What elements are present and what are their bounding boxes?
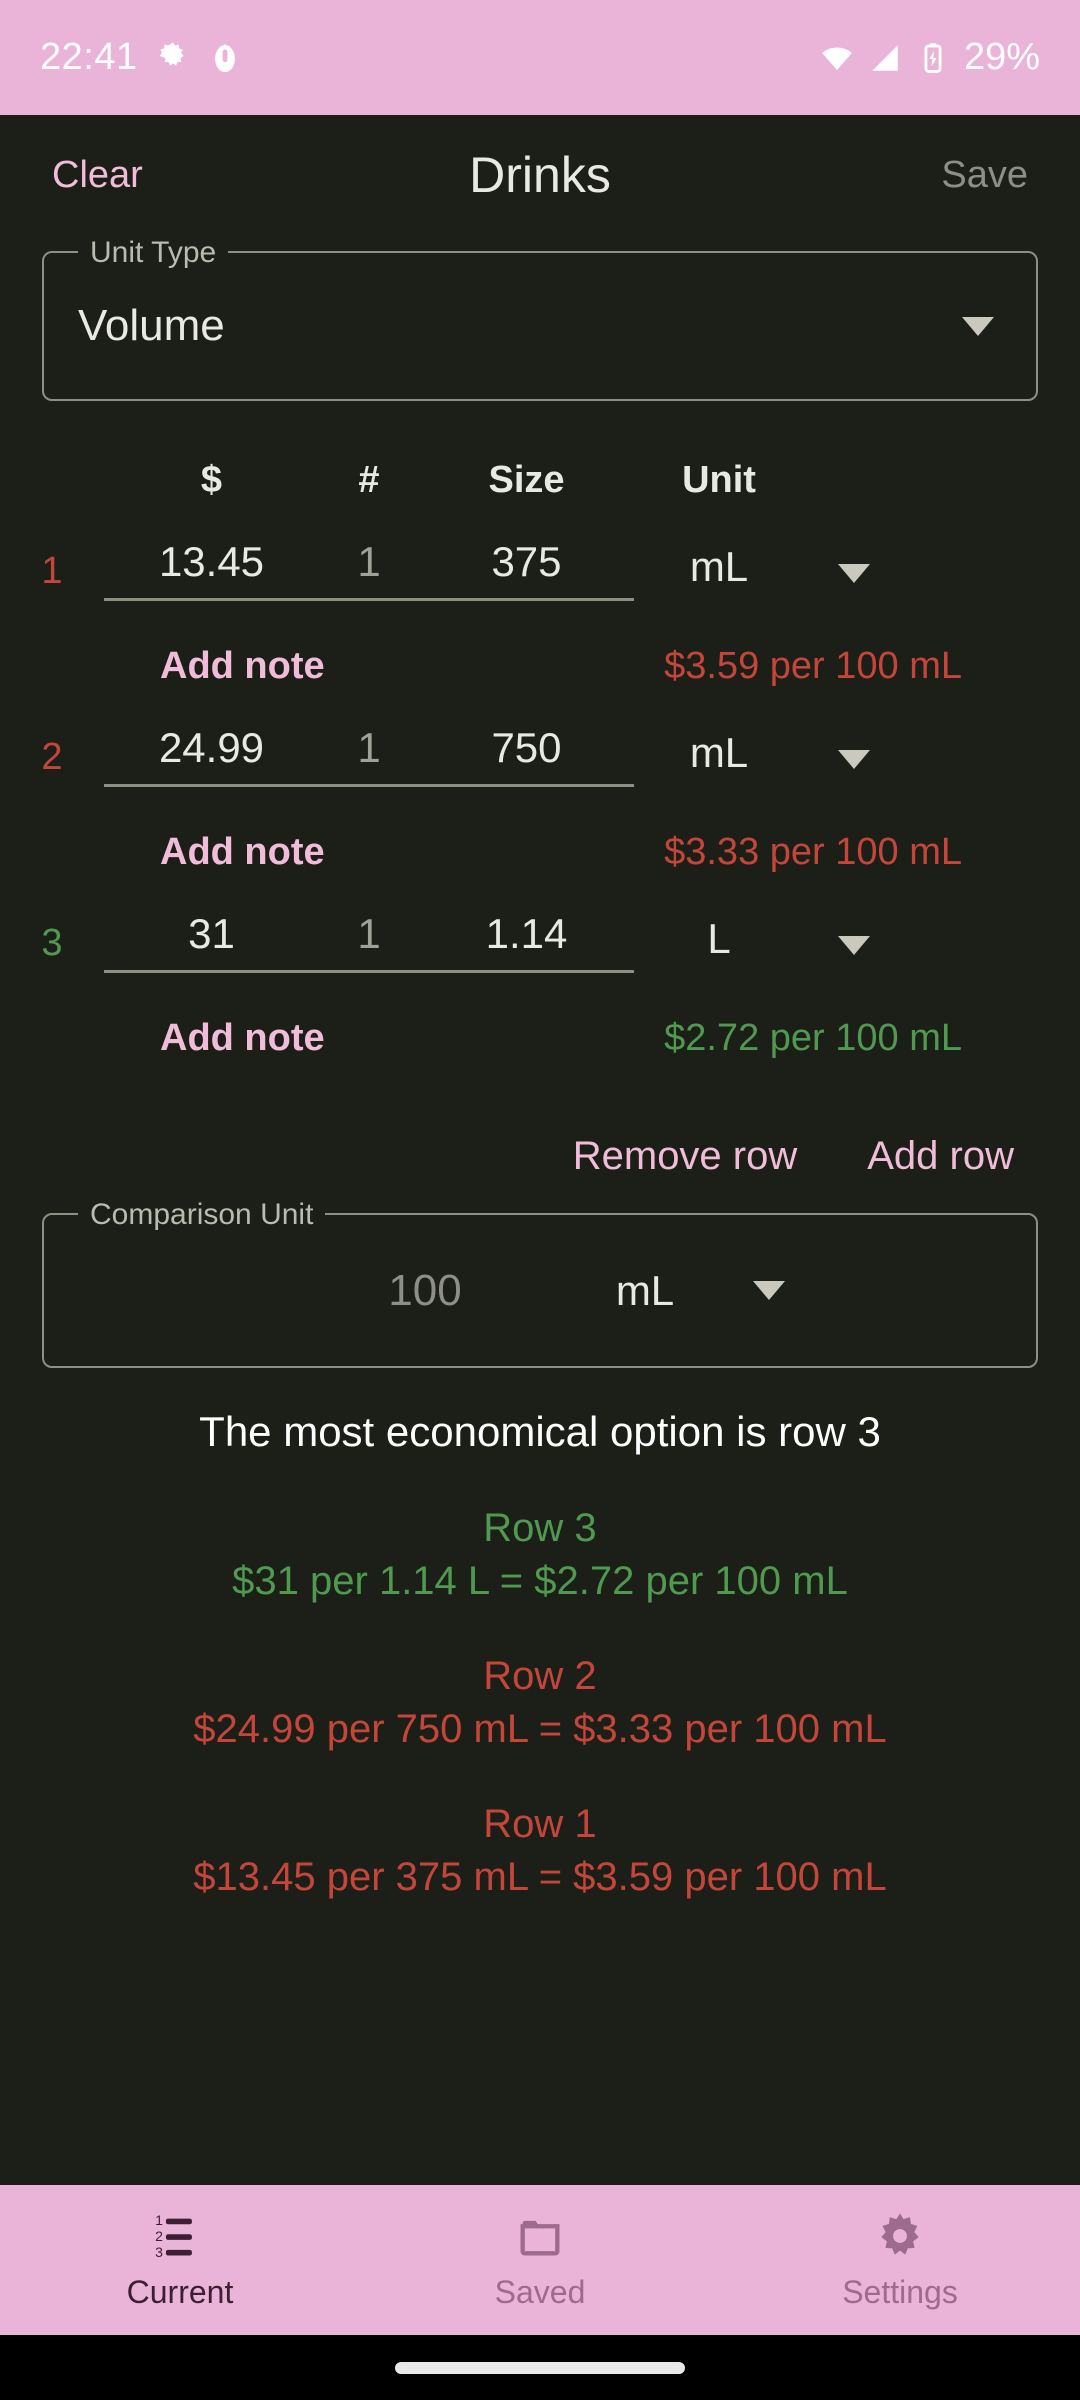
unit-price-label: $2.72 per 100 mL [664,1017,962,1059]
quantity-input[interactable]: 1 [319,910,419,973]
row-actions: Remove row Add row [0,1134,1080,1179]
size-input[interactable]: 750 [419,724,634,787]
unit-type-dropdown[interactable]: Unit Type Volume [42,236,1038,401]
gesture-navigation-bar [0,2335,1080,2400]
result-row-title: Row 2 [483,1654,597,1698]
comparison-unit-label: Comparison Unit [78,1198,326,1232]
status-bar-right: 29% [820,36,1040,79]
remove-row-button[interactable]: Remove row [573,1134,798,1179]
table-row: 3 31 1 1.14 L [0,910,1080,973]
add-note-button[interactable]: Add note [160,831,325,874]
numbered-list-icon: 123 [154,2210,206,2262]
header-quantity: # [358,459,380,501]
gear-icon [156,41,190,75]
unit-dropdown-caret[interactable] [804,936,904,973]
svg-text:1: 1 [155,2212,163,2228]
gesture-handle[interactable] [395,2361,685,2374]
row-index: 2 [41,736,63,778]
result-row-title: Row 1 [483,1802,597,1846]
cell-signal-icon [868,41,902,75]
header-price: $ [200,459,223,501]
price-input[interactable]: 13.45 [104,538,319,601]
bottom-navigation: 123 Current Saved Settings [0,2185,1080,2335]
result-row-title: Row 3 [483,1506,597,1550]
unit-dropdown[interactable]: mL [634,543,804,601]
unit-dropdown-caret[interactable] [804,564,904,601]
table-row: 2 24.99 1 750 mL [0,724,1080,787]
result-entry: Row 2 $24.99 per 750 mL = $3.33 per 100 … [0,1654,1080,1752]
chevron-down-icon [838,750,870,769]
nav-label-settings: Settings [842,2273,958,2310]
table-column-headers: $ # Size Unit [0,459,1080,502]
nav-label-current: Current [126,2273,234,2310]
table-row: 1 13.45 1 375 mL [0,538,1080,601]
row-note-bar: Add note $3.33 per 100 mL [0,831,1080,874]
row-note-bar: Add note $3.59 per 100 mL [0,645,1080,688]
result-row-detail: $24.99 per 750 mL = $3.33 per 100 mL [193,1707,887,1751]
save-button[interactable]: Save [941,154,1028,197]
bug-droid-icon [208,41,242,75]
main-content: Unit Type Volume $ # Size Unit 1 13.45 1… [0,235,1080,2185]
svg-text:2: 2 [155,2227,163,2243]
comparison-unit-dropdown[interactable]: mL [555,1267,735,1315]
status-bar: 22:41 29% [0,0,1080,115]
gear-icon [874,2210,926,2262]
result-entry: Row 3 $31 per 1.14 L = $2.72 per 100 mL [0,1506,1080,1604]
add-row-button[interactable]: Add row [867,1134,1014,1179]
nav-item-settings[interactable]: Settings [720,2185,1080,2335]
status-bar-left: 22:41 [40,36,242,79]
header-unit: Unit [682,459,756,501]
result-summary: The most economical option is row 3 [199,1408,881,1455]
add-note-button[interactable]: Add note [160,645,325,688]
result-entry: Row 1 $13.45 per 375 mL = $3.59 per 100 … [0,1802,1080,1900]
add-note-button[interactable]: Add note [160,1017,325,1060]
header-size: Size [488,459,565,501]
chevron-down-icon [962,316,994,336]
nav-item-saved[interactable]: Saved [360,2185,720,2335]
clear-button[interactable]: Clear [52,154,143,197]
nav-label-saved: Saved [494,2273,586,2310]
page-title: Drinks [469,147,611,203]
app-bar: Clear Drinks Save [0,115,1080,235]
svg-text:3: 3 [155,2243,163,2259]
unit-price-label: $3.33 per 100 mL [664,831,962,873]
phone-screen: 22:41 29% Clear Drinks Save Unit Type Vo… [0,0,1080,2400]
chevron-down-icon [753,1281,785,1300]
folder-icon [514,2210,566,2262]
chevron-down-icon [838,564,870,583]
size-input[interactable]: 1.14 [419,910,634,973]
size-input[interactable]: 375 [419,538,634,601]
row-note-bar: Add note $2.72 per 100 mL [0,1017,1080,1060]
quantity-input[interactable]: 1 [319,538,419,601]
battery-charging-icon [916,41,950,75]
price-input[interactable]: 24.99 [104,724,319,787]
result-row-detail: $13.45 per 375 mL = $3.59 per 100 mL [193,1855,887,1899]
unit-dropdown[interactable]: L [634,915,804,973]
battery-percent: 29% [963,36,1040,78]
unit-dropdown-caret[interactable] [804,750,904,787]
quantity-input[interactable]: 1 [319,724,419,787]
comparison-unit-field[interactable]: Comparison Unit 100 mL [42,1198,1038,1368]
row-index: 1 [41,550,63,592]
unit-dropdown[interactable]: mL [634,729,804,787]
unit-type-value: Volume [78,301,225,350]
result-row-detail: $31 per 1.14 L = $2.72 per 100 mL [232,1559,848,1603]
comparison-amount-input[interactable]: 100 [295,1266,555,1316]
status-time: 22:41 [40,36,138,78]
unit-type-label: Unit Type [78,236,229,270]
nav-item-current[interactable]: 123 Current [0,2185,360,2335]
price-input[interactable]: 31 [104,910,319,973]
wifi-icon [820,41,854,75]
unit-price-label: $3.59 per 100 mL [664,645,962,687]
chevron-down-icon [838,936,870,955]
row-index: 3 [41,922,63,964]
